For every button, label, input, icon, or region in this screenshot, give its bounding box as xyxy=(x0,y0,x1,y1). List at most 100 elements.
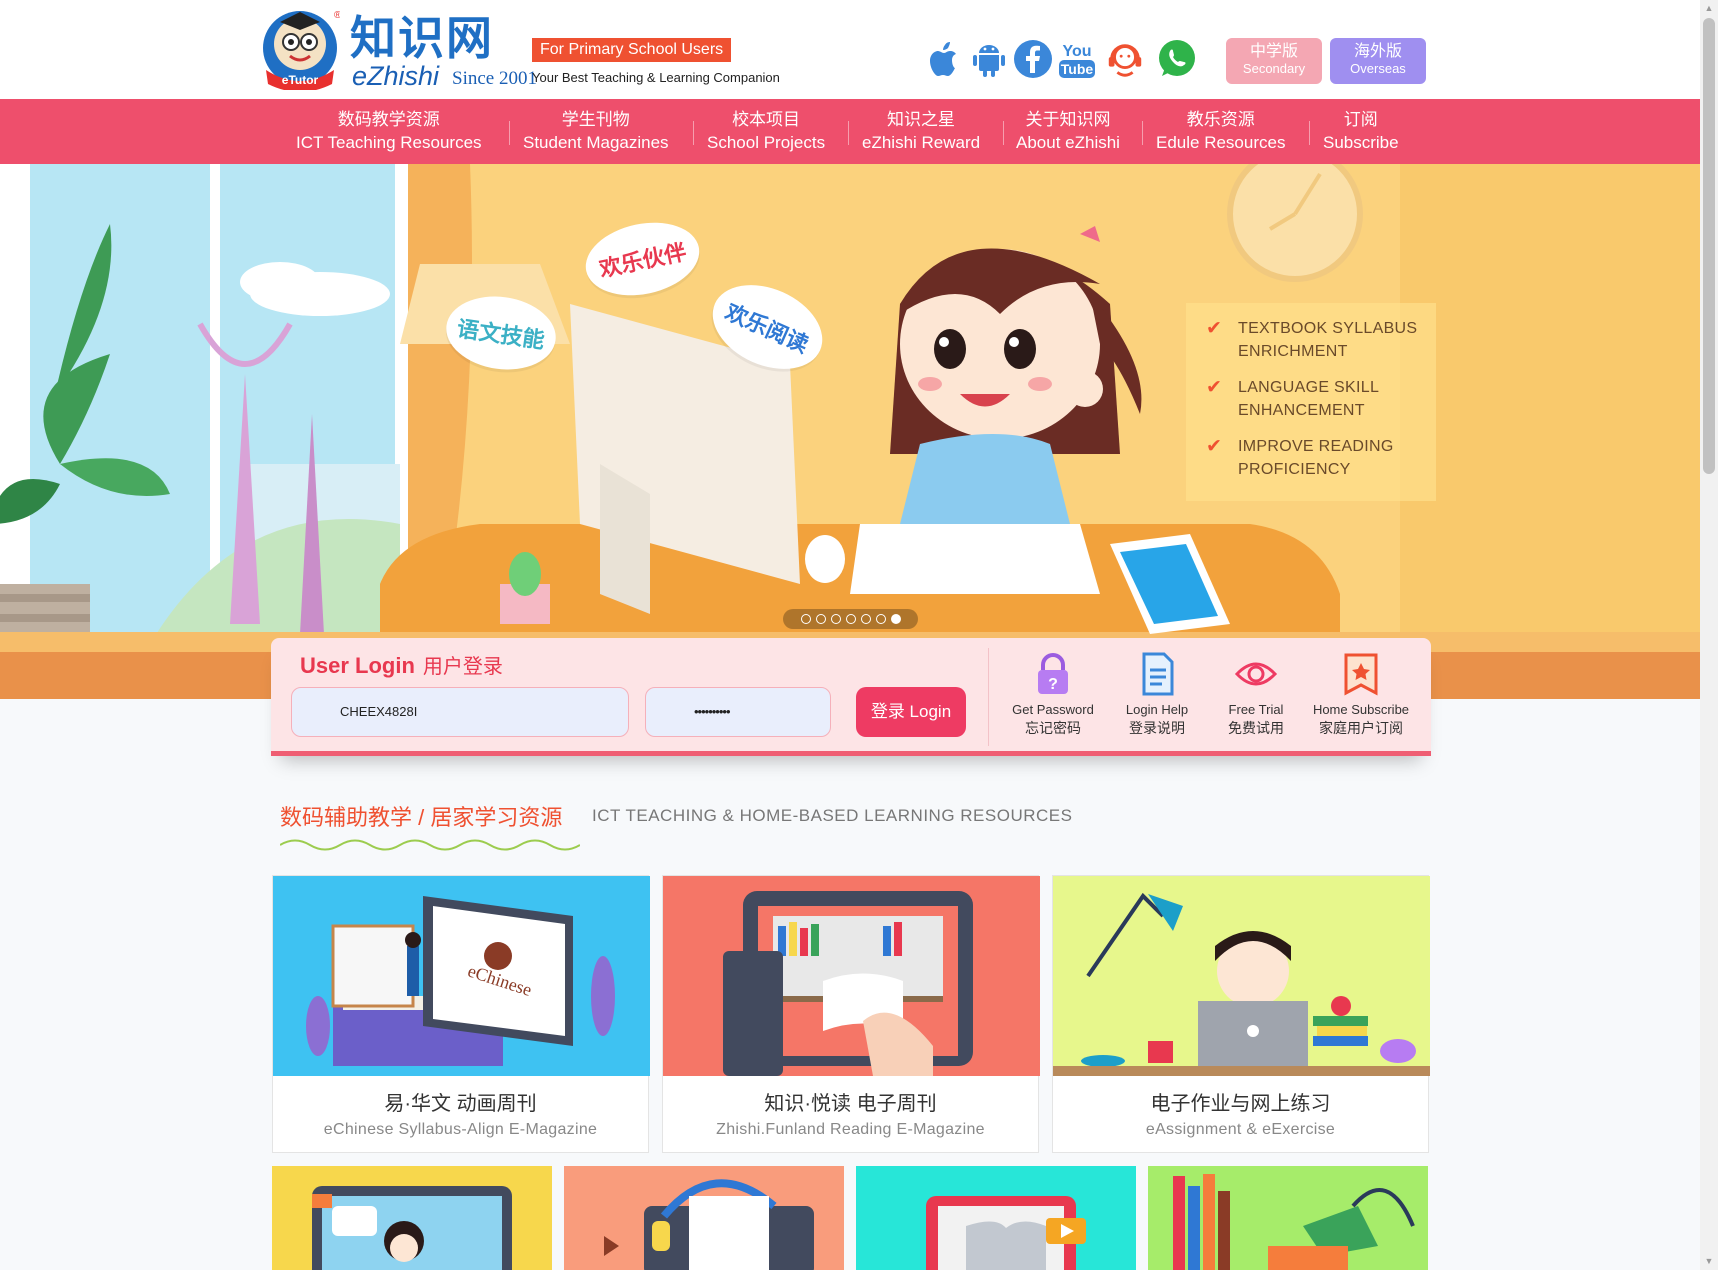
card-row2-2-illustration xyxy=(604,1179,814,1270)
eye-icon xyxy=(1235,662,1277,686)
tool-label-en: Get Password xyxy=(1012,702,1094,717)
benefit-text: LANGUAGE SKILL ENHANCEMENT xyxy=(1238,379,1379,419)
card-row2-3-illustration xyxy=(926,1196,1086,1270)
echinese-illustration: eChinese xyxy=(306,896,615,1066)
card-title-cn: 知识·悦读 电子周刊 xyxy=(764,1093,937,1115)
tool-label-cn: 家庭用户订阅 xyxy=(1319,720,1403,736)
nav-label-cn: 数码教学资源 xyxy=(337,110,440,129)
nav-label-cn: 学生刊物 xyxy=(561,110,630,129)
nav-item-student-magazines[interactable]: 学生刊物 Student Magazines xyxy=(523,109,669,155)
login-button[interactable]: 登录 Login xyxy=(856,687,966,737)
card-eassignment[interactable]: 电子作业与网上练习 eAssignment & eExercise xyxy=(1052,875,1430,1153)
headset-icon[interactable] xyxy=(1104,38,1146,80)
secondary-cn: 中学版 xyxy=(1249,43,1298,60)
benefit-text: TEXTBOOK SYLLABUS ENRICHMENT xyxy=(1238,320,1418,360)
scrollbar-thumb[interactable] xyxy=(1703,18,1715,474)
whatsapp-icon[interactable] xyxy=(1156,38,1198,80)
check-icon: ✔ xyxy=(1206,436,1223,457)
section-title-cn: 数码辅助教学 / 居家学习资源 xyxy=(280,805,563,830)
facebook-icon[interactable] xyxy=(1012,38,1054,80)
nav-label-en: eZhishi Reward xyxy=(862,133,981,152)
nav-label-cn: 知识之星 xyxy=(887,110,956,129)
username-input[interactable]: CHEEX4828I xyxy=(291,687,629,737)
login-title: User Login 用户登录 xyxy=(300,650,503,679)
nav-divider xyxy=(1003,121,1004,145)
benefit-item: ✔ LANGUAGE SKILL ENHANCEMENT xyxy=(1204,376,1418,422)
nav-label-en: School Projects xyxy=(707,133,826,152)
carousel-dot[interactable] xyxy=(830,614,841,624)
main-nav: 数码教学资源 ICT Teaching Resources 学生刊物 Stude… xyxy=(0,99,1700,164)
hero-banner[interactable]: 语文技能 欢乐伙伴 欢乐阅读 ✔ TEXTBOOK SYLLABUS ENRIC… xyxy=(0,164,1700,699)
svg-text:®: ® xyxy=(334,10,340,21)
apple-icon[interactable] xyxy=(924,38,966,80)
carousel-dot[interactable] xyxy=(815,614,826,624)
card-row2-1[interactable] xyxy=(272,1166,552,1270)
card-title-en: Zhishi.Funland Reading E-Magazine xyxy=(716,1121,985,1138)
card-title-cn: 易·华文 动画周刊 xyxy=(384,1093,537,1115)
youtube-text-you: You xyxy=(1062,43,1091,60)
card-row2-3[interactable] xyxy=(856,1166,1136,1270)
bubble-text: 欢乐伙伴 xyxy=(597,239,689,282)
benefit-text: IMPROVE READING PROFICIENCY xyxy=(1238,438,1394,478)
nav-label-cn: 校本项目 xyxy=(732,110,801,129)
nav-label-cn: 订阅 xyxy=(1343,110,1378,129)
free-trial-link[interactable]: Free Trial 免费试用 xyxy=(1211,652,1301,738)
youtube-icon[interactable]: You Tube xyxy=(1056,38,1098,80)
scroll-up-arrow-icon[interactable]: ▲ xyxy=(1700,0,1718,17)
overseas-cn: 海外版 xyxy=(1353,43,1402,60)
check-icon: ✔ xyxy=(1206,377,1223,398)
lock-question-icon: ? xyxy=(1038,653,1068,694)
carousel-dot[interactable] xyxy=(860,614,871,624)
card-echinese-magazine[interactable]: eChinese 易·华文 动画周刊 eChinese Syllabus-Ali… xyxy=(272,875,650,1153)
password-input[interactable]: •••••••••• xyxy=(645,687,831,737)
nav-item-subscribe[interactable]: 订阅 Subscribe xyxy=(1323,109,1399,155)
card-row2-2[interactable] xyxy=(564,1166,844,1270)
carousel-dot-active[interactable] xyxy=(890,614,901,624)
bubble-text: 欢乐阅读 xyxy=(721,299,813,358)
overseas-version-button[interactable]: 海外版 Overseas xyxy=(1330,38,1426,84)
document-icon xyxy=(1142,652,1174,696)
card-row2-4-illustration xyxy=(1173,1174,1415,1270)
nav-label-en: Edule Resources xyxy=(1156,133,1286,152)
site-header: eTutor ® 知识网 eZhishi Since 2001 For Prim… xyxy=(0,0,1700,99)
nav-divider xyxy=(509,121,510,145)
benefits-panel: ✔ TEXTBOOK SYLLABUS ENRICHMENT ✔ LANGUAG… xyxy=(1186,303,1436,501)
eassignment-illustration xyxy=(1053,892,1430,1076)
nav-divider xyxy=(848,121,849,145)
home-subscribe-link[interactable]: Home Subscribe 家庭用户订阅 xyxy=(1305,652,1417,738)
star-bookmark-icon xyxy=(1344,653,1378,696)
nav-label-en: Student Magazines xyxy=(523,133,669,152)
carousel-dot[interactable] xyxy=(800,614,811,624)
card-row2-4[interactable] xyxy=(1148,1166,1428,1270)
login-divider xyxy=(988,648,989,746)
etutor-mascot-logo: eTutor ® xyxy=(263,10,340,90)
carousel-dot[interactable] xyxy=(875,614,886,624)
tool-label-en: Free Trial xyxy=(1228,702,1284,717)
page-scrollbar[interactable]: ▲ ▼ xyxy=(1700,0,1718,1270)
card-title-cn: 电子作业与网上练习 xyxy=(1150,1093,1331,1115)
android-icon[interactable] xyxy=(968,38,1010,80)
section-title-underline xyxy=(280,839,580,851)
nav-item-ict-teaching[interactable]: 数码教学资源 ICT Teaching Resources xyxy=(296,109,482,155)
etutor-badge-text: eTutor xyxy=(282,73,319,87)
nav-item-edule-resources[interactable]: 教乐资源 Edule Resources xyxy=(1156,109,1285,155)
logo-since-text: Since 2001 xyxy=(452,68,537,89)
nav-item-school-projects[interactable]: 校本项目 School Projects xyxy=(707,109,825,155)
login-help-link[interactable]: Login Help 登录说明 xyxy=(1109,652,1205,738)
secondary-version-button[interactable]: 中学版 Secondary xyxy=(1226,38,1322,84)
carousel-dot[interactable] xyxy=(845,614,856,624)
card-funland-reading[interactable]: 知识·悦读 电子周刊 Zhishi.Funland Reading E-Maga… xyxy=(662,875,1040,1153)
nav-item-about[interactable]: 关于知识网 About eZhishi xyxy=(1016,109,1120,155)
card-image xyxy=(1053,876,1430,1076)
login-title-cn: 用户登录 xyxy=(422,656,503,678)
nav-item-ezhishi-reward[interactable]: 知识之星 eZhishi Reward xyxy=(862,109,980,155)
check-icon: ✔ xyxy=(1206,318,1223,339)
site-logo[interactable]: eTutor ® 知识网 eZhishi Since 2001 For Prim… xyxy=(262,8,792,94)
scroll-down-arrow-icon[interactable]: ▼ xyxy=(1700,1253,1718,1270)
nav-divider xyxy=(693,121,694,145)
get-password-link[interactable]: ? Get Password 忘记密码 xyxy=(1003,652,1103,738)
login-panel: User Login 用户登录 CHEEX4828I •••••••••• 登录 … xyxy=(271,638,1431,756)
svg-text:?: ? xyxy=(1048,676,1058,693)
overseas-en: Overseas xyxy=(1350,61,1406,76)
nav-label-en: About eZhishi xyxy=(1016,133,1120,152)
